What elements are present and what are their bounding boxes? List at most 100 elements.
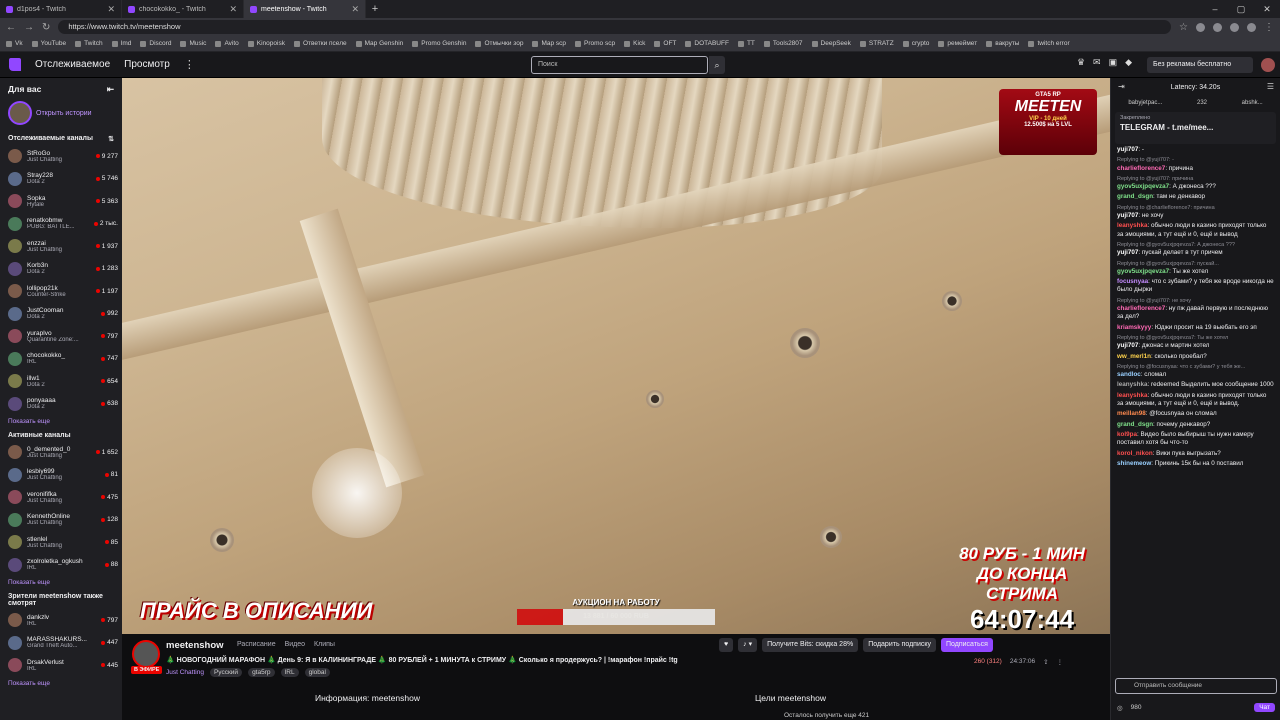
chat-username[interactable]: charlieflorence7 — [1117, 305, 1165, 312]
bookmark-item[interactable]: STRATZ — [859, 40, 894, 47]
crown-icon[interactable]: ♛ — [1077, 57, 1085, 68]
sidebar-channel[interactable]: yuraplvo Quarantine Zone:... 797 — [0, 325, 122, 348]
chat-username[interactable]: yuji707 — [1117, 212, 1138, 219]
collapse-icon[interactable]: ⇤ — [107, 84, 114, 95]
bits-icon[interactable]: ◆ — [1125, 57, 1132, 68]
browser-tab[interactable]: chocokokko_ - Twitch ✕ — [122, 0, 244, 18]
tag[interactable]: IRL — [280, 668, 299, 677]
bookmark-item[interactable]: Promo Genshin — [412, 40, 466, 47]
show-more-link[interactable]: Показать еще — [0, 415, 122, 428]
sidebar-channel[interactable]: dankzlv IRL 797 — [0, 609, 122, 632]
bookmark-item[interactable]: twitch error — [1028, 40, 1070, 47]
chat-username[interactable]: korol_nikon — [1117, 450, 1153, 457]
inbox-icon[interactable]: ▣ — [1109, 57, 1118, 68]
bookmark-item[interactable]: Discord — [140, 40, 171, 47]
new-tab-button[interactable]: + — [366, 0, 384, 18]
chat-username[interactable]: yuji707 — [1117, 249, 1138, 256]
extension-icon[interactable] — [1213, 22, 1222, 32]
bookmark-item[interactable]: DOTABUFF — [685, 40, 729, 47]
chat-username[interactable]: yuji707 — [1117, 342, 1138, 349]
sidebar-channel[interactable]: lesbiy699 Just Chatting 81 — [0, 464, 122, 487]
sidebar-channel[interactable]: JustCooman Dota 2 992 — [0, 303, 122, 326]
sidebar-channel[interactable]: Korb3n Dota 2 1 283 — [0, 258, 122, 281]
chat-username[interactable]: gyov5uxjpqevza7 — [1117, 183, 1169, 190]
pinned-message[interactable]: Закреплено TELEGRAM - t.me/mee... — [1115, 112, 1276, 144]
bookmark-item[interactable]: Vk — [6, 40, 23, 47]
sidebar-channel[interactable]: Stray228 Dota 2 5 746 — [0, 168, 122, 191]
sidebar-channel[interactable]: MARASSHAKURS... Grand Theft Auto... 447 — [0, 632, 122, 655]
gift-sub-button[interactable]: Подарить подписку — [863, 638, 936, 652]
heart-icon[interactable]: ♥ — [719, 638, 734, 652]
bookmark-item[interactable]: Promo scp — [575, 40, 615, 47]
bits-button[interactable]: Получите Bits: скидка 28% — [762, 638, 859, 652]
bookmark-item[interactable]: Map Genshin — [355, 40, 403, 47]
search-icon[interactable]: ⌕ — [709, 56, 725, 74]
chat-username[interactable]: leanyshka — [1117, 222, 1147, 229]
bookmark-item[interactable]: Ответки пселе — [293, 40, 347, 47]
sidebar-channel[interactable]: renatkobmw PUBG: BATTLE... 2 тыс. — [0, 213, 122, 236]
close-icon[interactable]: ✕ — [351, 4, 359, 15]
bookmark-item[interactable]: crypto — [902, 40, 929, 47]
maximize-icon[interactable]: ▢ — [1228, 0, 1254, 18]
chat-username[interactable]: grand_dsgn — [1117, 421, 1153, 428]
close-icon[interactable]: ✕ — [229, 4, 237, 15]
stories-button[interactable]: Открыть истории — [0, 97, 122, 131]
bookmark-item[interactable]: Imd — [111, 40, 131, 47]
chat-send-button[interactable]: Чат — [1254, 703, 1275, 712]
top-gifter[interactable]: babyjetpac... — [1128, 100, 1162, 106]
chat-username[interactable]: ww_merl1n — [1117, 353, 1151, 360]
chat-username[interactable]: shinemeow — [1117, 460, 1151, 467]
tag[interactable]: gta5rp — [248, 668, 275, 677]
menu-icon[interactable]: ⋮ — [1264, 22, 1274, 33]
following-link[interactable]: Отслеживаемое — [35, 59, 110, 70]
collapse-chat-icon[interactable]: ⇥ — [1118, 82, 1125, 91]
bookmark-item[interactable]: ремеймет — [938, 40, 977, 47]
bookmark-item[interactable]: Отмычки зор — [475, 40, 523, 47]
chat-username[interactable]: kol9pa — [1117, 431, 1137, 438]
sidebar-channel[interactable]: Sopka Hytale 5 363 — [0, 190, 122, 213]
tab-clips[interactable]: Клипы — [314, 641, 335, 648]
sort-icon[interactable]: ⇅ — [108, 135, 114, 143]
bookmark-item[interactable]: OFT — [654, 40, 676, 47]
minimize-icon[interactable]: – — [1202, 0, 1228, 18]
sidebar-channel[interactable]: DrsakVerlust IRL 445 — [0, 654, 122, 677]
bookmark-item[interactable]: YouTube — [31, 40, 66, 47]
chat-username[interactable]: kriamskyyy — [1117, 324, 1151, 331]
browser-tab-active[interactable]: meetenshow - Twitch ✕ — [244, 0, 366, 18]
browser-tab[interactable]: d1pos4 - Twitch ✕ — [0, 0, 122, 18]
sidebar-channel[interactable]: KennethOnline Just Chatting 128 — [0, 509, 122, 532]
channel-points-icon[interactable]: ◎ — [1117, 704, 1123, 712]
sidebar-channel[interactable]: chocokokko_ IRL 747 — [0, 348, 122, 371]
chat-username[interactable]: meillan98 — [1117, 410, 1146, 417]
show-more-link[interactable]: Показать еще — [0, 677, 122, 690]
chat-username[interactable]: leanyshka — [1117, 381, 1147, 388]
chat-username[interactable]: charlieflorence7 — [1117, 165, 1165, 172]
bookmark-item[interactable]: Avito — [215, 40, 239, 47]
browse-link[interactable]: Просмотр — [124, 59, 170, 70]
tag[interactable]: global — [304, 668, 330, 677]
streamer-avatar[interactable] — [132, 640, 160, 668]
tag[interactable]: Русский — [209, 668, 243, 677]
share-icon[interactable]: ⇪ — [1043, 658, 1048, 666]
bookmark-item[interactable]: Kinopoisk — [247, 40, 285, 47]
bookmark-item[interactable]: Music — [180, 40, 206, 47]
twitch-logo-icon[interactable] — [9, 58, 21, 71]
bookmark-item[interactable]: вакруты — [986, 40, 1019, 47]
url-field[interactable]: https://www.twitch.tv/meetenshow — [58, 20, 1172, 34]
more-icon[interactable]: ⋮ — [1057, 658, 1064, 666]
star-icon[interactable]: ☆ — [1179, 22, 1188, 33]
sidebar-channel[interactable]: zxolroletka_ogkush IRL 88 — [0, 554, 122, 577]
close-window-icon[interactable]: ✕ — [1254, 0, 1280, 18]
tab-schedule[interactable]: Расписание — [237, 641, 276, 648]
sidebar-channel[interactable]: 0_demented_0 Just Chatting 1 652 — [0, 441, 122, 464]
chat-username[interactable]: gyov5uxjpqevza7 — [1117, 268, 1169, 275]
sidebar-channel[interactable]: stlenlel Just Chatting 85 — [0, 531, 122, 554]
top-gifter[interactable]: abshk... — [1242, 100, 1263, 106]
extension-icon[interactable] — [1230, 22, 1239, 32]
bookmark-item[interactable]: Kick — [624, 40, 645, 47]
sidebar-channel[interactable]: StRoGo Just Chatting 9 277 — [0, 145, 122, 168]
sidebar-channel[interactable]: veronififka Just Chatting 475 — [0, 486, 122, 509]
users-icon[interactable]: ☰ — [1267, 82, 1274, 91]
notification-bell-icon[interactable]: ♪ ▾ — [738, 638, 758, 652]
no-ads-button[interactable]: Без рекламы бесплатно — [1147, 57, 1253, 73]
